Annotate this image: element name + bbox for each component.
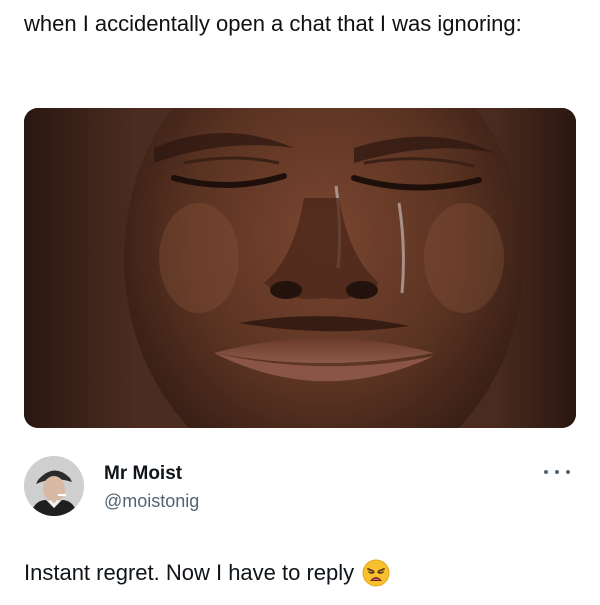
weary-face-emoji-icon (362, 559, 390, 587)
meme-caption: when I accidentally open a chat that I w… (24, 11, 522, 36)
tweet-text: Instant regret. Now I have to reply (24, 560, 355, 585)
display-name[interactable]: Mr Moist (104, 462, 199, 486)
more-dot (566, 470, 570, 474)
more-options-icon[interactable] (544, 464, 570, 480)
more-dot (544, 470, 548, 474)
avatar[interactable] (24, 456, 84, 516)
username-handle[interactable]: @moistonig (104, 488, 199, 514)
more-dot (555, 470, 559, 474)
meme-image-crying-man[interactable] (24, 108, 576, 428)
tweet-author: Mr Moist @moistonig (24, 456, 576, 520)
author-names: Mr Moist @moistonig (104, 462, 199, 514)
tweet-body: Instant regret. Now I have to reply (24, 556, 390, 590)
